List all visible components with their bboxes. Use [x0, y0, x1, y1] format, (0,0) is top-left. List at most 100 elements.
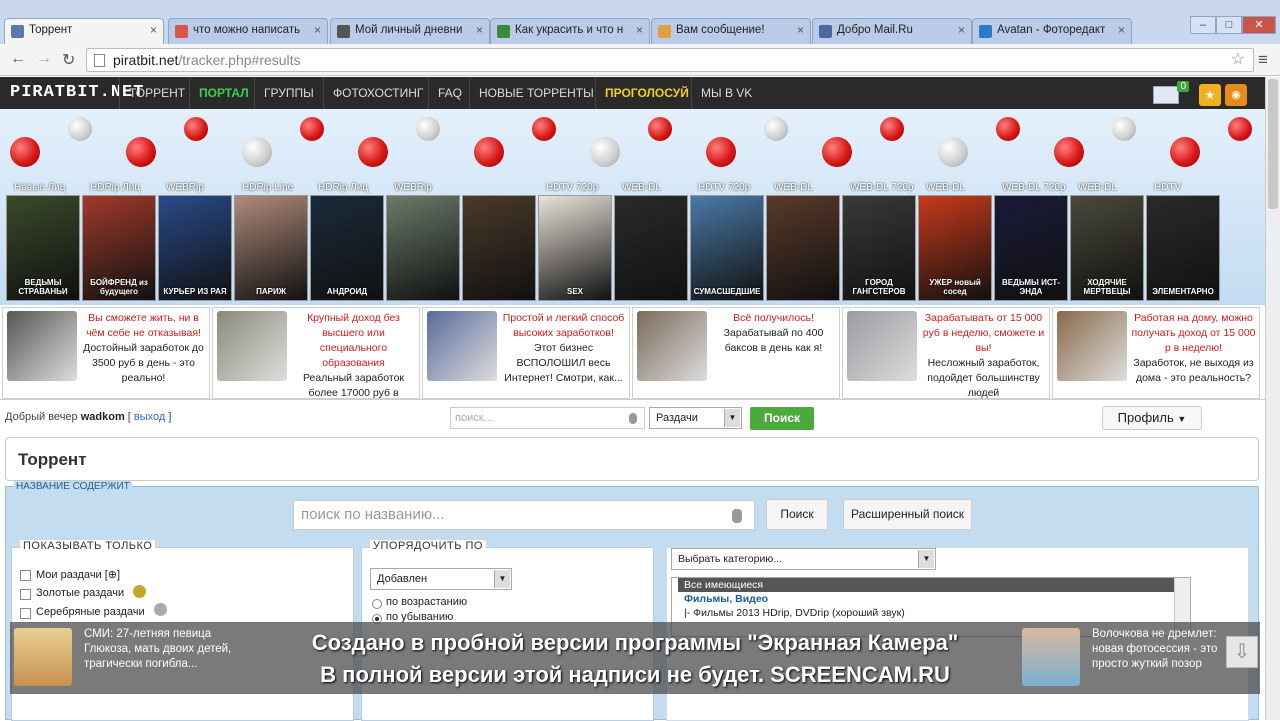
movie-poster[interactable]: КУРЬЕР ИЗ РАЯ	[158, 195, 232, 301]
mail-icon[interactable]	[1153, 86, 1179, 104]
nav-item[interactable]: FAQ	[428, 77, 471, 109]
search-button[interactable]: Поиск	[766, 499, 828, 530]
profile-button[interactable]: Профиль ▼	[1102, 406, 1202, 430]
back-icon[interactable]: ←	[10, 50, 26, 68]
nav-item[interactable]: ГРУППЫ	[254, 77, 323, 109]
movie-poster[interactable]: SEX	[538, 195, 612, 301]
sort-legend: УПОРЯДОЧИТЬ ПО	[370, 540, 486, 552]
ad-headline[interactable]: Всё получилось!	[711, 311, 836, 326]
nav-item[interactable]: НОВЫЕ ТОРРЕНТЫ	[469, 77, 603, 109]
ornament-ball-icon	[822, 137, 852, 167]
advanced-search-button[interactable]: Расширенный поиск	[843, 499, 972, 530]
reload-icon[interactable]: ↻	[62, 50, 75, 70]
ad-block[interactable]: Простой и легкий способ высоких заработк…	[422, 307, 630, 399]
ad-headline[interactable]: Зарабатывать от 15 000 руб в неделю, смо…	[921, 311, 1046, 356]
news-item-left[interactable]: СМИ: 27-летняя певица Глюкоза, мать двоих…	[10, 625, 250, 691]
top-search-button[interactable]: Поиск	[750, 407, 814, 430]
close-tab-icon[interactable]: ×	[476, 23, 483, 37]
browser-tab[interactable]: Добро Mail.Ru ×	[812, 18, 972, 44]
browser-tab[interactable]: Мой личный дневни ×	[330, 18, 490, 44]
category-option[interactable]: |- Фильмы 2013 HDrip, DVDrip (хороший зв…	[678, 606, 1190, 620]
movie-poster[interactable]: УЖЕР новый сосед	[918, 195, 992, 301]
movie-poster[interactable]: ВЕДЬМЫ СТРАВАНЬИ	[6, 195, 80, 301]
movie-poster[interactable]	[614, 195, 688, 301]
sort-asc-radio[interactable]	[372, 599, 382, 609]
movie-poster[interactable]: СУМАСШЕДШИЕ	[690, 195, 764, 301]
user-bar: Добрый вечер wadkom [ выход ] поиск... Р…	[0, 403, 1265, 435]
movie-poster[interactable]	[462, 195, 536, 301]
gold-torrents-checkbox[interactable]	[20, 589, 31, 600]
category-option[interactable]: Все имеющиеся	[678, 578, 1180, 592]
logout-link[interactable]: выход	[134, 411, 165, 423]
nav-item[interactable]: ТОРРЕНТ	[119, 77, 194, 109]
browser-tab[interactable]: Вам сообщение! ×	[651, 18, 811, 44]
microphone-icon[interactable]	[629, 413, 637, 424]
browser-tab[interactable]: Как украсить и что н ×	[490, 18, 650, 44]
movie-poster[interactable]	[386, 195, 460, 301]
category-option[interactable]: Фильмы, Видео	[678, 592, 1190, 606]
nav-item[interactable]: ПРОГОЛОСУЙ	[595, 77, 698, 109]
silver-torrents-checkbox[interactable]	[20, 608, 31, 619]
nav-item[interactable]: ФОТОХОСТИНГ	[323, 77, 432, 109]
favorites-icon[interactable]: ★	[1199, 84, 1221, 106]
movie-poster[interactable]: ХОДЯЧИЕ МЕРТВЕЦЫ	[1070, 195, 1144, 301]
news-item-right[interactable]: Волочкова не дремлет: новая фотосессия - …	[1018, 625, 1243, 691]
movie-poster[interactable]	[766, 195, 840, 301]
movie-poster[interactable]: ВЕДЬМЫ ИСТ-ЭНДА	[994, 195, 1068, 301]
my-torrents-checkbox[interactable]	[20, 570, 31, 581]
name-contains-legend: НАЗВАНИЕ СОДЕРЖИТ	[14, 481, 132, 492]
nav-item[interactable]: ПОРТАЛ	[189, 77, 258, 109]
movie-poster[interactable]: ГОРОД ГАНГСТЕРОВ	[842, 195, 916, 301]
shield-icon	[819, 25, 832, 38]
name-search-input[interactable]: поиск по названию...	[293, 500, 755, 530]
ornament-ball-icon	[1228, 117, 1252, 141]
ad-block[interactable]: Зарабатывать от 15 000 руб в неделю, смо…	[842, 307, 1050, 399]
maximize-button[interactable]: □	[1216, 16, 1242, 34]
nav-item[interactable]: МЫ В VK	[691, 77, 761, 109]
username[interactable]: wadkom	[81, 411, 125, 423]
scrollbar-thumb[interactable]	[1268, 79, 1278, 209]
browser-tab[interactable]: Торрент ×	[4, 18, 164, 45]
ornament-ball-icon	[10, 137, 40, 167]
ad-headline[interactable]: Крупный доход без высшего или специально…	[291, 311, 416, 371]
ad-block[interactable]: Вы сможете жить, ни в чём себе не отказы…	[2, 307, 210, 399]
close-tab-icon[interactable]: ×	[797, 23, 804, 37]
address-bar[interactable]: piratbit.net/tracker.php#results ☆	[86, 48, 1254, 72]
ad-headline[interactable]: Вы сможете жить, ни в чём себе не отказы…	[81, 311, 206, 341]
page-scrollbar[interactable]	[1265, 77, 1280, 720]
poster-title: БОЙФРЕНД из будущего	[90, 278, 148, 296]
browser-tab[interactable]: что можно написать ×	[168, 18, 328, 44]
movie-poster[interactable]: ЭЛЕМЕНТАРНО	[1146, 195, 1220, 301]
ad-block[interactable]: Работая на дому, можно получать доход от…	[1052, 307, 1260, 399]
forward-icon[interactable]: →	[36, 50, 52, 68]
close-tab-icon[interactable]: ×	[150, 23, 157, 37]
close-tab-icon[interactable]: ×	[1118, 23, 1125, 37]
close-tab-icon[interactable]: ×	[636, 23, 643, 37]
minimize-button[interactable]: –	[1190, 16, 1216, 34]
ad-headline[interactable]: Работая на дому, можно получать доход от…	[1131, 311, 1256, 356]
category-select-value: Выбрать категорию...	[678, 553, 782, 565]
ad-block[interactable]: Крупный доход без высшего или специально…	[212, 307, 420, 414]
menu-icon[interactable]: ≡	[1258, 50, 1268, 70]
page-icon	[94, 54, 105, 67]
poster-title: ВЕДЬМЫ ИСТ-ЭНДА	[1002, 278, 1060, 296]
ad-block[interactable]: Всё получилось! Зарабатывай по 400 баксов…	[632, 307, 840, 399]
close-window-button[interactable]: ✕	[1242, 16, 1276, 34]
top-search-input[interactable]: поиск...	[450, 407, 645, 429]
close-tab-icon[interactable]: ×	[958, 23, 965, 37]
ad-headline[interactable]: Простой и легкий способ высоких заработк…	[501, 311, 626, 341]
movie-poster[interactable]: АНДРОИД	[310, 195, 384, 301]
ornament-ball-icon	[706, 137, 736, 167]
browser-tab[interactable]: Avatan - Фоторедакт ×	[972, 18, 1132, 44]
sort-select[interactable]: Добавлен ▼	[370, 568, 512, 590]
scroll-down-arrow-icon[interactable]: ⇩	[1226, 636, 1258, 668]
url-path: /tracker.php#results	[178, 52, 301, 68]
search-scope-select[interactable]: Раздачи ▼	[649, 407, 742, 429]
microphone-icon[interactable]	[732, 509, 742, 523]
close-tab-icon[interactable]: ×	[314, 23, 321, 37]
rss-icon[interactable]: ◉	[1225, 84, 1247, 106]
movie-poster[interactable]: ПАРИЖ	[234, 195, 308, 301]
movie-poster[interactable]: БОЙФРЕНД из будущего	[82, 195, 156, 301]
bookmark-star-icon[interactable]: ☆	[1231, 49, 1245, 71]
category-select[interactable]: Выбрать категорию... ▼	[671, 548, 936, 570]
